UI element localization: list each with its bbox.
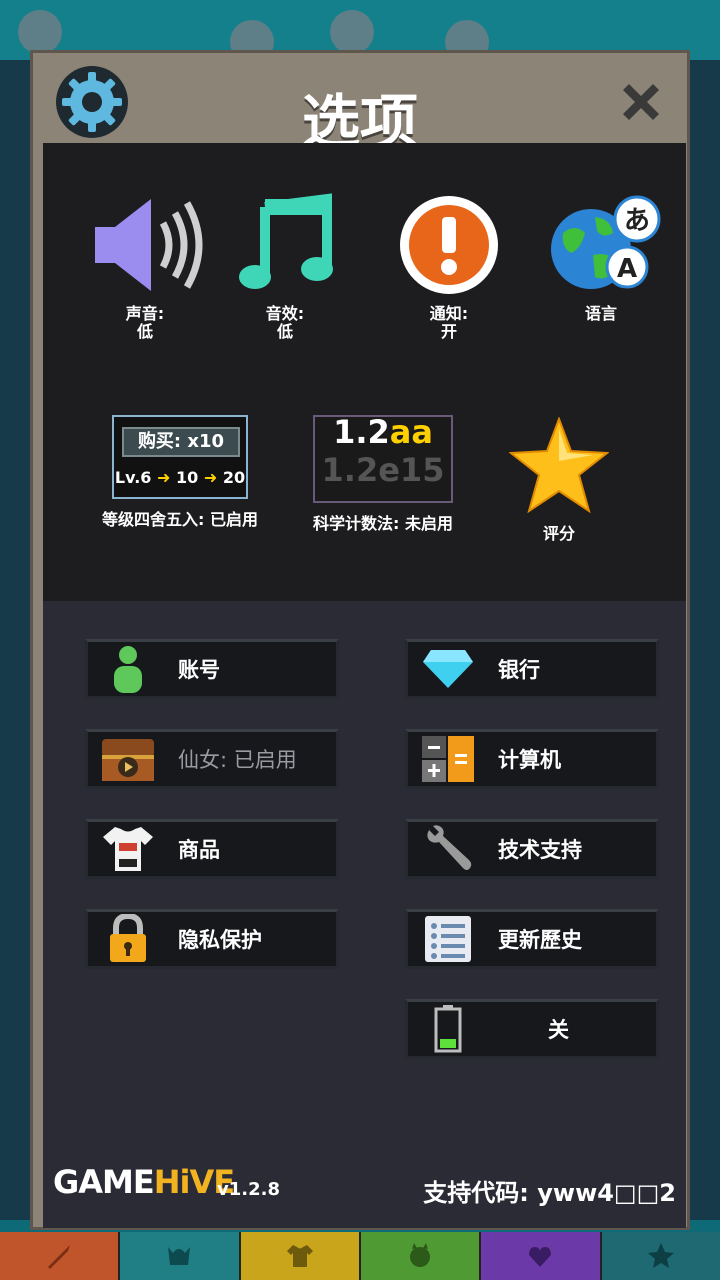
calculator-button[interactable]: 计算机 (405, 729, 659, 789)
options-top-section: 声音: 低 音效: 低 通知: 开 あ A 语言 购买: x10 Lv.6 ➜ … (43, 143, 686, 601)
support-code: 支持代码: yww4□□2 (423, 1179, 676, 1207)
bank-button[interactable]: 银行 (405, 639, 659, 699)
level-start: Lv.6 (114, 468, 152, 487)
privacy-label: 隐私保护 (178, 928, 262, 952)
rate-label: 评分 (542, 524, 575, 543)
sound-label: 声音: (125, 304, 165, 323)
globe-language-icon: あ A (551, 195, 661, 289)
speaker-icon (95, 199, 203, 291)
level-rounding-label: 等级四舍五入: 已启用 (102, 510, 258, 529)
background-gear-icon (18, 10, 62, 54)
clan-icon (529, 1247, 552, 1267)
bottom-tab-bar (0, 1232, 720, 1280)
tech-support-button[interactable]: 技术支持 (405, 819, 659, 879)
calculator-icon (422, 736, 474, 782)
battery-icon (434, 1005, 462, 1053)
options-menu-section: 账号 银行 仙女: 已启用 计算机 商品 技术支持 隐私保护 更新歷史 关 GA… (43, 601, 686, 1228)
account-button[interactable]: 账号 (85, 639, 339, 699)
close-button[interactable] (617, 78, 665, 126)
sfx-label: 音效: (265, 304, 305, 323)
svg-text:あ: あ (624, 206, 650, 236)
tshirt-icon (103, 827, 153, 871)
scientific-notation-preview: 1.2aa 1.2e15 (313, 415, 453, 503)
sound-option[interactable]: 声音: 低 (85, 193, 205, 341)
star-icon (509, 417, 609, 513)
background-hero-icon (330, 10, 374, 54)
language-label: 语言 (584, 304, 617, 323)
changelog-label: 更新歷史 (498, 928, 582, 952)
svg-text:A: A (617, 254, 637, 284)
tab-pet[interactable] (360, 1232, 482, 1280)
options-dialog: 选项 声音: 低 音效: 低 通知: 开 あ A 语言 购买: x10 Lv.6… (30, 50, 690, 1230)
helmet-icon (168, 1247, 191, 1265)
notification-option[interactable]: 通知: 开 (389, 193, 509, 341)
background-left-strip (0, 60, 32, 1220)
notification-value: 开 (440, 322, 457, 341)
merch-button[interactable]: 商品 (85, 819, 339, 879)
tab-shop[interactable] (601, 1232, 720, 1280)
language-option[interactable]: あ A 语言 (541, 193, 661, 323)
arrow-right-icon: ➜ (157, 468, 171, 487)
background-right-strip (690, 60, 720, 1220)
list-icon (425, 916, 471, 962)
tab-shirt[interactable] (240, 1232, 361, 1280)
user-icon (114, 646, 142, 693)
arrow-right-icon: ➜ (203, 468, 218, 487)
music-note-icon (239, 193, 333, 289)
gamehive-logo: GAMEHiVE (53, 1163, 235, 1201)
sound-value: 低 (136, 322, 153, 341)
merch-label: 商品 (178, 838, 220, 862)
changelog-button[interactable]: 更新歷史 (405, 909, 659, 969)
wrench-icon (427, 825, 472, 870)
lock-icon (110, 914, 146, 962)
level-rounding-preview: 购买: x10 Lv.6 ➜ 10 ➜ 20 (112, 415, 248, 499)
diamond-icon (423, 650, 473, 688)
sfx-value: 低 (276, 322, 293, 341)
fairy-button[interactable]: 仙女: 已启用 (85, 729, 339, 789)
pet-icon (410, 1243, 431, 1267)
calculator-label: 计算机 (498, 748, 561, 772)
buy-multiplier-sample: 购买: x10 (122, 427, 240, 457)
close-icon (623, 84, 659, 120)
scientific-notation-option[interactable]: 1.2aa 1.2e15 科学计数法: 未启用 (303, 415, 463, 533)
battery-saver-label: 关 (548, 1018, 569, 1042)
scientific-notation-label: 科学计数法: 未启用 (313, 514, 453, 533)
tab-clan[interactable] (481, 1232, 602, 1280)
rate-option[interactable]: 评分 (499, 417, 619, 543)
alert-icon (400, 196, 498, 294)
settings-gear-button (55, 65, 129, 139)
sword-icon (48, 1245, 71, 1269)
treasure-chest-video-icon (102, 739, 154, 781)
level-rounding-option[interactable]: 购买: x10 Lv.6 ➜ 10 ➜ 20 等级四舍五入: 已启用 (95, 415, 265, 529)
bank-label: 银行 (498, 658, 540, 682)
version-label: v1.2.8 (217, 1179, 280, 1200)
level-sample: Lv.6 ➜ 10 ➜ 20 (114, 469, 246, 487)
level-mid: 10 (176, 468, 199, 487)
gear-icon (56, 66, 128, 138)
tab-heroes[interactable] (120, 1232, 241, 1280)
letter-notation-sample: 1.2aa (333, 413, 433, 451)
fairy-label: 仙女: 已启用 (178, 748, 297, 772)
notification-label: 通知: (429, 304, 469, 323)
shirt-icon (286, 1245, 313, 1267)
sfx-option[interactable]: 音效: 低 (225, 193, 345, 341)
tab-sword[interactable] (0, 1232, 121, 1280)
level-end: 20 (222, 468, 246, 487)
tech-support-label: 技术支持 (498, 838, 582, 862)
battery-saver-button[interactable]: 关 (405, 999, 659, 1059)
privacy-button[interactable]: 隐私保护 (85, 909, 339, 969)
scientific-notation-sample: 1.2e15 (321, 451, 445, 489)
star-icon (647, 1243, 674, 1268)
account-label: 账号 (178, 658, 220, 682)
